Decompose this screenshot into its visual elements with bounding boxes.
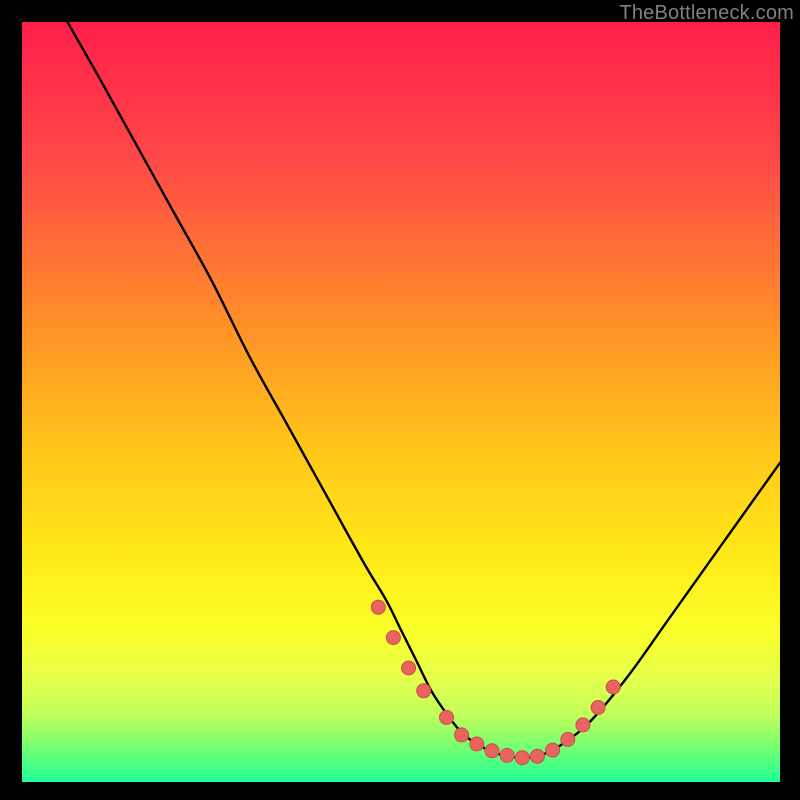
optimum-marker: [386, 631, 400, 645]
optimum-marker: [402, 661, 416, 675]
optimum-marker: [606, 680, 620, 694]
watermark-text: TheBottleneck.com: [619, 2, 794, 25]
optimum-marker: [546, 743, 560, 757]
optimum-marker: [470, 737, 484, 751]
optimum-marker: [485, 744, 499, 758]
optimum-marker: [500, 748, 514, 762]
optimum-marker: [530, 749, 544, 763]
optimum-marker: [515, 751, 529, 765]
optimum-marker: [576, 718, 590, 732]
bottleneck-curve: [68, 22, 781, 758]
optimum-marker: [561, 732, 575, 746]
optimum-marker: [440, 710, 454, 724]
curve-layer: [22, 22, 780, 782]
optimum-marker: [371, 600, 385, 614]
plot-area: [22, 22, 780, 782]
optimum-marker: [591, 701, 605, 715]
chart-stage: TheBottleneck.com: [0, 0, 800, 800]
optimum-marker: [417, 684, 431, 698]
optimum-marker: [455, 728, 469, 742]
